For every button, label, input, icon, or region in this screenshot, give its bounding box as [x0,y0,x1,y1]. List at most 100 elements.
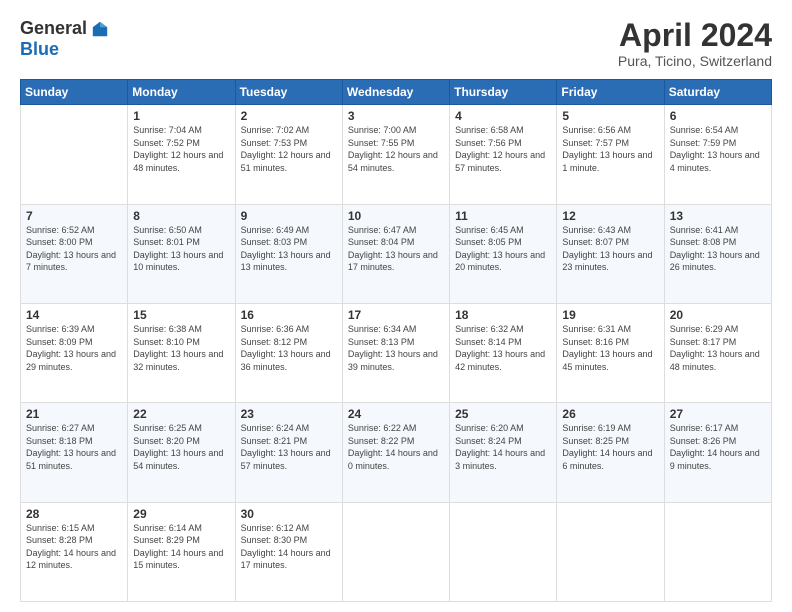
calendar-cell: 28 Sunrise: 6:15 AMSunset: 8:28 PMDaylig… [21,502,128,601]
day-number: 27 [670,407,766,421]
calendar-cell: 19 Sunrise: 6:31 AMSunset: 8:16 PMDaylig… [557,303,664,402]
day-number: 2 [241,109,337,123]
month-title: April 2024 [618,18,772,53]
day-info: Sunrise: 7:02 AMSunset: 7:53 PMDaylight:… [241,125,331,173]
week-row-0: 1 Sunrise: 7:04 AMSunset: 7:52 PMDayligh… [21,105,772,204]
day-number: 14 [26,308,122,322]
day-info: Sunrise: 6:14 AMSunset: 8:29 PMDaylight:… [133,523,223,571]
calendar-cell: 26 Sunrise: 6:19 AMSunset: 8:25 PMDaylig… [557,403,664,502]
day-number: 13 [670,209,766,223]
week-row-3: 21 Sunrise: 6:27 AMSunset: 8:18 PMDaylig… [21,403,772,502]
day-number: 29 [133,507,229,521]
calendar-cell: 10 Sunrise: 6:47 AMSunset: 8:04 PMDaylig… [342,204,449,303]
calendar-cell: 17 Sunrise: 6:34 AMSunset: 8:13 PMDaylig… [342,303,449,402]
day-number: 10 [348,209,444,223]
calendar-cell [664,502,771,601]
day-number: 20 [670,308,766,322]
day-number: 7 [26,209,122,223]
calendar-cell: 7 Sunrise: 6:52 AMSunset: 8:00 PMDayligh… [21,204,128,303]
calendar-cell: 3 Sunrise: 7:00 AMSunset: 7:55 PMDayligh… [342,105,449,204]
day-info: Sunrise: 6:38 AMSunset: 8:10 PMDaylight:… [133,324,223,372]
calendar-cell: 15 Sunrise: 6:38 AMSunset: 8:10 PMDaylig… [128,303,235,402]
calendar-table: SundayMondayTuesdayWednesdayThursdayFrid… [20,79,772,602]
calendar-cell: 4 Sunrise: 6:58 AMSunset: 7:56 PMDayligh… [450,105,557,204]
day-info: Sunrise: 6:24 AMSunset: 8:21 PMDaylight:… [241,423,331,471]
day-number: 22 [133,407,229,421]
calendar-cell: 14 Sunrise: 6:39 AMSunset: 8:09 PMDaylig… [21,303,128,402]
week-row-1: 7 Sunrise: 6:52 AMSunset: 8:00 PMDayligh… [21,204,772,303]
calendar-cell: 2 Sunrise: 7:02 AMSunset: 7:53 PMDayligh… [235,105,342,204]
logo: General Blue [20,18,109,60]
calendar-cell [557,502,664,601]
calendar-cell [450,502,557,601]
day-number: 18 [455,308,551,322]
calendar-cell: 12 Sunrise: 6:43 AMSunset: 8:07 PMDaylig… [557,204,664,303]
day-info: Sunrise: 6:17 AMSunset: 8:26 PMDaylight:… [670,423,760,471]
weekday-header-saturday: Saturday [664,80,771,105]
week-row-4: 28 Sunrise: 6:15 AMSunset: 8:28 PMDaylig… [21,502,772,601]
calendar-cell [21,105,128,204]
day-number: 8 [133,209,229,223]
day-info: Sunrise: 6:29 AMSunset: 8:17 PMDaylight:… [670,324,760,372]
day-number: 26 [562,407,658,421]
calendar-cell: 22 Sunrise: 6:25 AMSunset: 8:20 PMDaylig… [128,403,235,502]
logo-general-text: General [20,18,87,39]
day-info: Sunrise: 6:49 AMSunset: 8:03 PMDaylight:… [241,225,331,273]
day-number: 16 [241,308,337,322]
day-info: Sunrise: 6:41 AMSunset: 8:08 PMDaylight:… [670,225,760,273]
location: Pura, Ticino, Switzerland [618,53,772,69]
calendar-cell: 1 Sunrise: 7:04 AMSunset: 7:52 PMDayligh… [128,105,235,204]
day-info: Sunrise: 7:00 AMSunset: 7:55 PMDaylight:… [348,125,438,173]
day-info: Sunrise: 6:36 AMSunset: 8:12 PMDaylight:… [241,324,331,372]
weekday-header-monday: Monday [128,80,235,105]
calendar-cell: 29 Sunrise: 6:14 AMSunset: 8:29 PMDaylig… [128,502,235,601]
title-block: April 2024 Pura, Ticino, Switzerland [618,18,772,69]
logo-blue-text: Blue [20,39,59,60]
day-number: 1 [133,109,229,123]
day-info: Sunrise: 6:34 AMSunset: 8:13 PMDaylight:… [348,324,438,372]
calendar-cell: 18 Sunrise: 6:32 AMSunset: 8:14 PMDaylig… [450,303,557,402]
day-number: 30 [241,507,337,521]
day-number: 5 [562,109,658,123]
weekday-header-sunday: Sunday [21,80,128,105]
day-number: 24 [348,407,444,421]
weekday-header-row: SundayMondayTuesdayWednesdayThursdayFrid… [21,80,772,105]
day-info: Sunrise: 7:04 AMSunset: 7:52 PMDaylight:… [133,125,223,173]
calendar-cell [342,502,449,601]
calendar-cell: 9 Sunrise: 6:49 AMSunset: 8:03 PMDayligh… [235,204,342,303]
header: General Blue April 2024 Pura, Ticino, Sw… [20,18,772,69]
page: General Blue April 2024 Pura, Ticino, Sw… [0,0,792,612]
day-info: Sunrise: 6:12 AMSunset: 8:30 PMDaylight:… [241,523,331,571]
calendar-cell: 8 Sunrise: 6:50 AMSunset: 8:01 PMDayligh… [128,204,235,303]
day-info: Sunrise: 6:50 AMSunset: 8:01 PMDaylight:… [133,225,223,273]
day-number: 3 [348,109,444,123]
day-info: Sunrise: 6:39 AMSunset: 8:09 PMDaylight:… [26,324,116,372]
day-info: Sunrise: 6:25 AMSunset: 8:20 PMDaylight:… [133,423,223,471]
calendar-cell: 30 Sunrise: 6:12 AMSunset: 8:30 PMDaylig… [235,502,342,601]
day-number: 4 [455,109,551,123]
calendar-cell: 16 Sunrise: 6:36 AMSunset: 8:12 PMDaylig… [235,303,342,402]
calendar-cell: 24 Sunrise: 6:22 AMSunset: 8:22 PMDaylig… [342,403,449,502]
day-info: Sunrise: 6:47 AMSunset: 8:04 PMDaylight:… [348,225,438,273]
day-number: 15 [133,308,229,322]
day-info: Sunrise: 6:58 AMSunset: 7:56 PMDaylight:… [455,125,545,173]
day-info: Sunrise: 6:52 AMSunset: 8:00 PMDaylight:… [26,225,116,273]
calendar-cell: 27 Sunrise: 6:17 AMSunset: 8:26 PMDaylig… [664,403,771,502]
day-number: 28 [26,507,122,521]
day-number: 17 [348,308,444,322]
calendar-cell: 13 Sunrise: 6:41 AMSunset: 8:08 PMDaylig… [664,204,771,303]
day-number: 19 [562,308,658,322]
day-info: Sunrise: 6:31 AMSunset: 8:16 PMDaylight:… [562,324,652,372]
calendar-cell: 20 Sunrise: 6:29 AMSunset: 8:17 PMDaylig… [664,303,771,402]
day-info: Sunrise: 6:54 AMSunset: 7:59 PMDaylight:… [670,125,760,173]
day-number: 9 [241,209,337,223]
day-info: Sunrise: 6:22 AMSunset: 8:22 PMDaylight:… [348,423,438,471]
calendar-cell: 25 Sunrise: 6:20 AMSunset: 8:24 PMDaylig… [450,403,557,502]
weekday-header-tuesday: Tuesday [235,80,342,105]
day-number: 12 [562,209,658,223]
calendar-cell: 21 Sunrise: 6:27 AMSunset: 8:18 PMDaylig… [21,403,128,502]
day-number: 6 [670,109,766,123]
calendar-cell: 11 Sunrise: 6:45 AMSunset: 8:05 PMDaylig… [450,204,557,303]
day-number: 25 [455,407,551,421]
day-number: 21 [26,407,122,421]
